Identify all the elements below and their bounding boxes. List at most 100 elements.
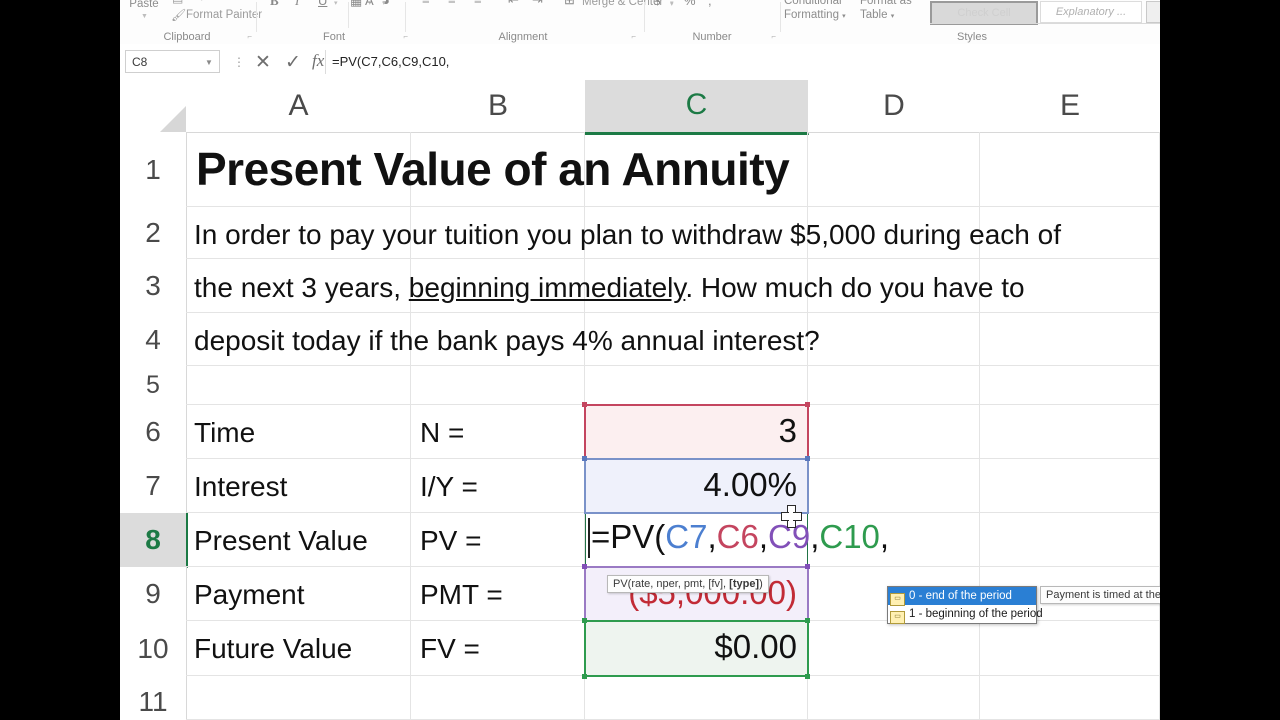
merge-cells-icon[interactable]: ⊞ — [564, 0, 575, 8]
ribbon-group-styles: Conditional Formatting ▾ Format as Table… — [782, 0, 1160, 44]
column-header-A[interactable]: A — [186, 80, 412, 133]
cell-C5[interactable] — [585, 366, 808, 405]
ref-handle-C9-tl[interactable] — [582, 564, 587, 569]
cell-D6[interactable] — [808, 405, 980, 459]
conditional-formatting-line2[interactable]: Formatting ▾ — [784, 9, 846, 21]
format-as-table-button[interactable]: Format as — [860, 0, 912, 7]
cell-A6-text: Time — [194, 417, 256, 448]
column-header-C[interactable]: C — [585, 80, 809, 135]
cell-D7[interactable] — [808, 459, 980, 513]
row-header-7[interactable]: 7 — [120, 459, 187, 514]
cell-D1[interactable] — [808, 132, 980, 207]
ref-handle-C6-tl[interactable] — [582, 402, 587, 407]
autocomplete-item-1[interactable]: ▭ 1 - beginning of the period — [888, 605, 1043, 624]
underline-icon[interactable]: U — [318, 0, 327, 8]
alignment-dialog-launcher[interactable]: ⌐ — [631, 32, 636, 41]
italic-icon[interactable]: I — [295, 0, 299, 9]
row-header-9[interactable]: 9 — [120, 567, 187, 622]
row-header-2[interactable]: 2 — [120, 207, 187, 260]
decrease-decimal-icon[interactable]: ⁰⁰⁻ — [752, 0, 765, 5]
style-input[interactable]: Input — [1146, 1, 1160, 23]
conditional-formatting-button[interactable]: Conditional — [784, 0, 842, 7]
cut-icon[interactable]: ✂ — [200, 0, 210, 5]
cell-E5[interactable] — [980, 366, 1160, 405]
increase-indent-icon[interactable]: ⇥ — [532, 0, 543, 8]
cell-D5[interactable] — [808, 366, 980, 405]
style-check-cell[interactable]: Check Cell — [930, 1, 1038, 25]
format-table-chevron-down-icon[interactable]: ▾ — [891, 13, 895, 20]
insert-function-icon[interactable]: fx — [312, 51, 324, 71]
select-all-corner[interactable] — [120, 80, 187, 133]
currency-format-icon[interactable]: $ — [654, 0, 661, 9]
cell-B5[interactable] — [411, 366, 585, 405]
decrease-indent-icon[interactable]: ⇤ — [508, 0, 519, 8]
increase-decimal-icon[interactable]: ⁰⁰⁺ — [730, 0, 743, 5]
row-header-11[interactable]: 11 — [120, 676, 187, 720]
row-header-4[interactable]: 4 — [120, 313, 187, 367]
clipboard-dialog-launcher[interactable]: ⌐ — [247, 32, 252, 41]
format-painter-label[interactable]: Format Painter — [186, 9, 262, 21]
paste-chevron-down-icon[interactable]: ▼ — [141, 13, 148, 20]
cancel-x-icon[interactable]: ✕ — [255, 51, 271, 74]
ref-handle-C10-bl[interactable] — [582, 674, 587, 679]
row-header-6[interactable]: 6 — [120, 405, 187, 460]
cell-A11[interactable] — [186, 676, 411, 720]
formula-input[interactable]: =PV(C7,C6,C9,C10, — [332, 50, 1152, 74]
ref-handle-C6-tr[interactable] — [805, 402, 810, 407]
align-right-icon[interactable]: ≡ — [474, 0, 482, 7]
column-header-B[interactable]: B — [411, 80, 586, 133]
copy-icon[interactable]: ▤ — [172, 0, 183, 5]
borders-icon[interactable]: ▦ — [350, 0, 362, 9]
cell-E10[interactable] — [980, 621, 1160, 676]
align-center-icon[interactable]: ≡ — [448, 0, 456, 7]
style-explanatory[interactable]: Explanatory ... — [1040, 1, 1142, 23]
cell-E4[interactable] — [980, 313, 1160, 366]
cell-A5[interactable] — [186, 366, 411, 405]
column-header-D-label: D — [883, 89, 905, 122]
name-box-chevron-down-icon[interactable]: ▼ — [205, 58, 213, 67]
cell-E1[interactable] — [980, 132, 1160, 207]
paste-button[interactable]: Paste — [124, 0, 164, 10]
cell-D10[interactable] — [808, 621, 980, 676]
underline-chevron-down-icon[interactable]: ▾ — [334, 0, 338, 7]
ref-handle-C7-tr[interactable] — [805, 456, 810, 461]
number-dialog-launcher[interactable]: ⌐ — [771, 32, 776, 41]
ref-handle-C9-bl[interactable] — [582, 618, 587, 623]
row-header-10[interactable]: 10 — [120, 621, 187, 677]
align-left-icon[interactable]: ≡ — [422, 0, 430, 7]
format-as-table-line2[interactable]: Table ▾ — [860, 9, 894, 21]
font-color-icon[interactable]: A — [365, 0, 374, 8]
ref-handle-C7-tl[interactable] — [582, 456, 587, 461]
bold-icon[interactable]: B — [270, 0, 279, 9]
row-header-1[interactable]: 1 — [120, 132, 187, 208]
column-header-A-label: A — [288, 89, 309, 122]
conditional-chevron-down-icon[interactable]: ▾ — [842, 13, 846, 20]
cell-E7[interactable] — [980, 459, 1160, 513]
cell-E8[interactable] — [980, 513, 1160, 567]
enter-check-icon[interactable]: ✓ — [285, 51, 301, 74]
argument-autocomplete-list[interactable]: ▭ 0 - end of the period ▭ 1 - beginning of… — [887, 586, 1043, 624]
column-header-D[interactable]: D — [808, 80, 981, 133]
ref-handle-C10-br[interactable] — [805, 674, 810, 679]
cell-E6[interactable] — [980, 405, 1160, 459]
ref-handle-C9-tr[interactable] — [805, 564, 810, 569]
cell-D11[interactable] — [808, 676, 980, 720]
autocomplete-item-0[interactable]: ▭ 0 - end of the period — [888, 587, 1036, 606]
comma-format-icon[interactable]: , — [708, 0, 712, 8]
cell-D4[interactable] — [808, 313, 980, 366]
font-color-chevron-down-icon[interactable]: ▾ — [382, 0, 386, 7]
row-header-5[interactable]: 5 — [120, 366, 187, 406]
row-header-8[interactable]: 8 — [120, 513, 188, 568]
ref-handle-C9-br[interactable] — [805, 618, 810, 623]
column-header-E[interactable]: E — [980, 80, 1160, 133]
cell-E11[interactable] — [980, 676, 1160, 720]
percent-format-icon[interactable]: % — [684, 0, 696, 8]
fx-label: fx — [312, 51, 325, 70]
cell-B11[interactable] — [411, 676, 585, 720]
currency-chevron-down-icon[interactable]: ▾ — [670, 0, 674, 7]
column-header-B-label: B — [487, 89, 508, 122]
paintbrush-icon[interactable]: 🖌 — [171, 8, 186, 22]
row-header-3[interactable]: 3 — [120, 259, 187, 314]
cell-C11[interactable] — [585, 676, 808, 720]
cell-A7-text: Interest — [194, 471, 288, 502]
